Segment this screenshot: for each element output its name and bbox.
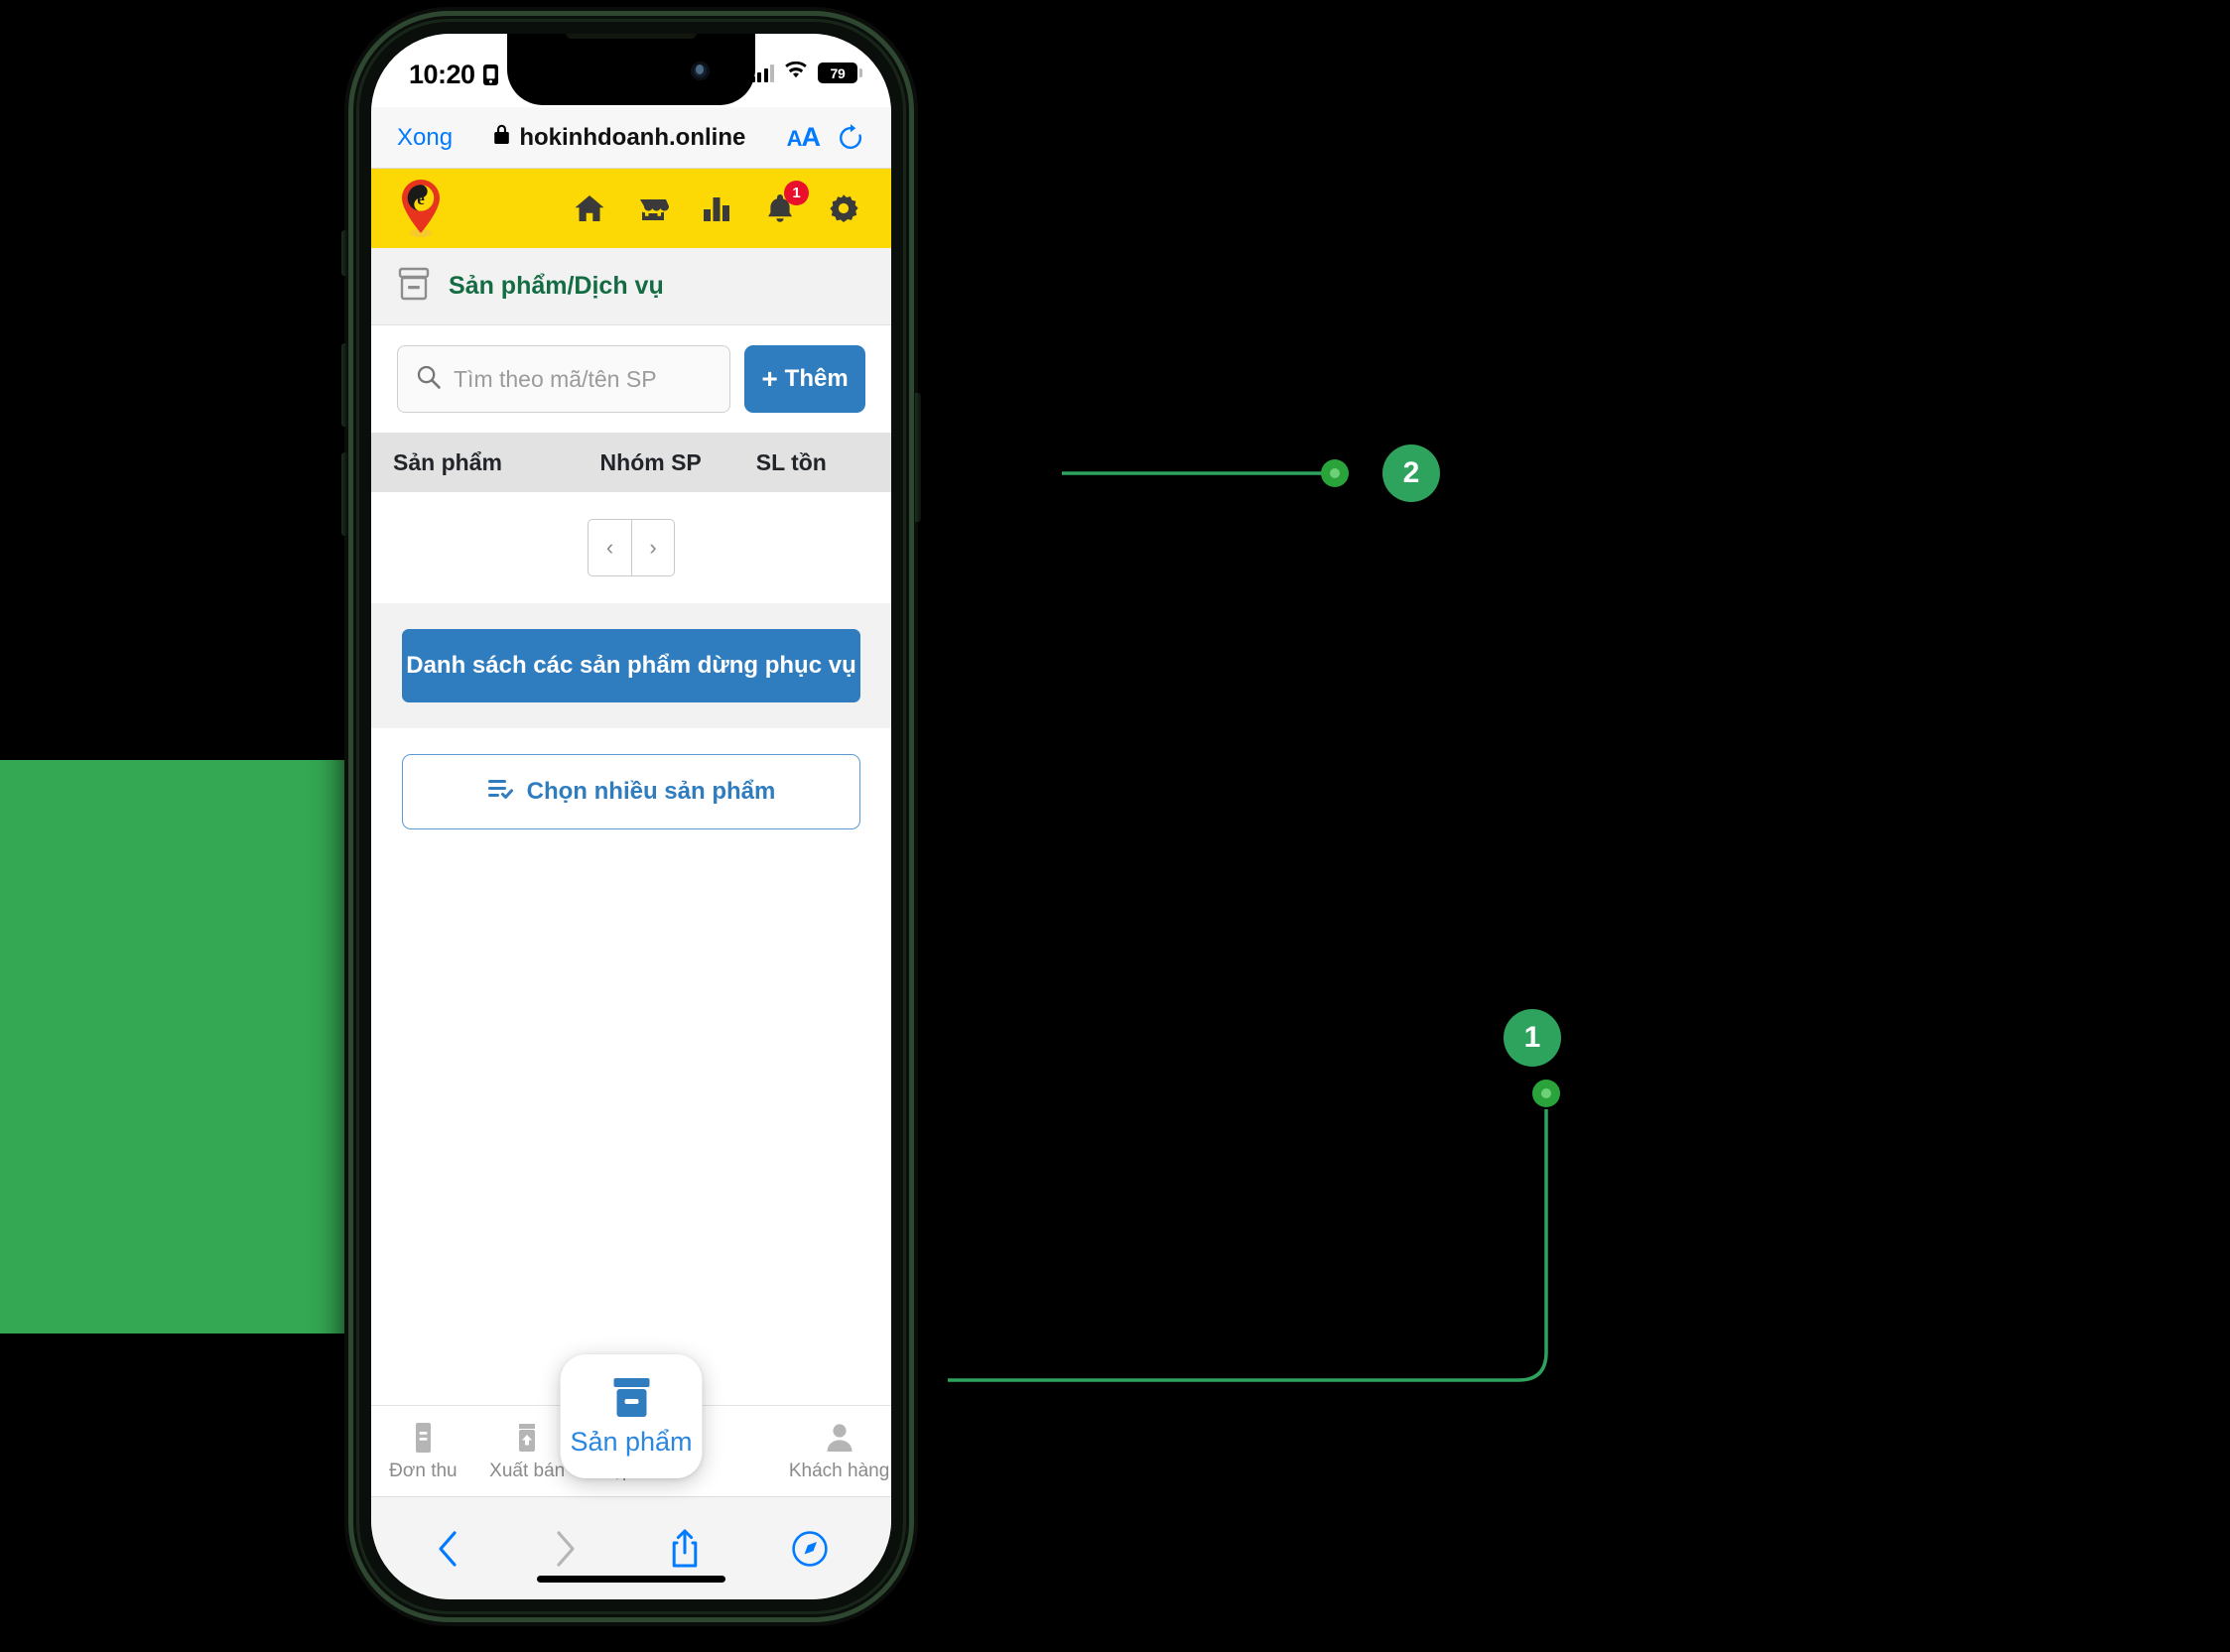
pagination-prev[interactable]: ‹ [589,520,631,575]
app-top-bar: e 1 [371,169,891,248]
store-icon[interactable] [635,191,671,226]
connector-line-1 [948,1109,1548,1382]
power-button[interactable] [915,393,921,522]
connector-endpoint-1 [1532,1080,1560,1107]
pagination-next[interactable]: › [631,520,674,575]
add-product-button[interactable]: + Thêm [744,345,865,413]
app-bottom-tab-bar: Đơn thu Xuất bán Nhập mua [371,1354,891,1496]
battery-indicator: 79 [818,63,862,83]
search-placeholder: Tìm theo mã/tên SP [454,365,657,392]
compass-icon[interactable] [791,1530,829,1568]
stopped-products-button[interactable]: Danh sách các sản phẩm dừng phục vụ [402,629,860,702]
connector-endpoint-2 [1321,459,1349,487]
page-title-bar: Sản phẩm/Dịch vụ [371,248,891,325]
volume-down-button[interactable] [341,452,347,536]
decorative-green-block [0,760,347,1334]
annotation-marker-1[interactable]: 1 [1504,1009,1561,1067]
gear-icon[interactable] [826,191,861,226]
bottom-tab-label: Khách hàng [788,1460,890,1481]
bottom-tab-label: Xuất bán [489,1460,566,1481]
chart-bar-icon[interactable] [699,191,734,226]
aa-small: A [786,126,803,151]
url-field[interactable]: hokinhdoanh.online [453,123,787,152]
padlock-icon [493,123,510,152]
box-arrow-up-icon [510,1421,544,1455]
column-header-group: Nhóm SP [599,448,702,475]
bottom-tab-label: Đơn thu [389,1460,458,1481]
archive-box-icon [397,266,431,307]
done-button[interactable]: Xong [397,124,453,152]
wifi-icon [784,61,808,84]
multi-select-band: Chọn nhiều sản phẩm [371,728,891,855]
aa-large: A [801,122,821,152]
front-camera-icon [691,62,710,80]
map-pin-e-logo[interactable]: e [395,178,447,239]
list-check-icon [487,776,515,809]
bottom-tab-khach-hang[interactable]: Khách hàng [787,1421,891,1482]
bottom-tab-don-thu[interactable]: Đơn thu [371,1421,475,1482]
svg-text:e: e [417,190,425,208]
phone-screen: 10:20 79 Xong hokinhdoanh.online AA e 1 … [371,34,891,1599]
safari-url-bar: Xong hokinhdoanh.online AA [371,107,891,169]
add-product-label: Thêm [784,365,849,392]
stopped-products-band: Danh sách các sản phẩm dừng phục vụ [371,603,891,728]
locked-portrait-icon [482,64,498,85]
column-header-product: Sản phẩm [393,448,502,475]
volume-up-button[interactable] [341,343,347,427]
receipt-icon [406,1421,440,1455]
phone-device-frame: 10:20 79 Xong hokinhdoanh.online AA e 1 … [341,16,921,1617]
status-bar-right: 79 [750,61,862,84]
pagination: ‹ › [588,519,675,576]
app-nav-icons: 1 [572,181,867,226]
chevron-left-icon[interactable] [434,1529,461,1569]
column-header-stock: SL tồn [755,448,827,475]
multi-select-label: Chọn nhiều sản phẩm [526,778,776,805]
share-icon[interactable] [669,1528,701,1570]
products-table-header: Sản phẩm Nhóm SP SL tồn [371,433,891,492]
content-filler [371,855,891,1405]
page-title: Sản phẩm/Dịch vụ [449,272,664,300]
annotation-marker-2[interactable]: 2 [1382,445,1440,502]
search-row: Tìm theo mã/tên SP + Thêm [371,325,891,433]
chevron-right-icon [552,1529,580,1569]
multi-select-products-button[interactable]: Chọn nhiều sản phẩm [402,754,860,829]
notification-badge: 1 [784,181,809,205]
active-tab-highlight-card[interactable]: Sản phẩm [560,1354,703,1478]
earpiece-speaker [566,34,697,39]
safari-bottom-toolbar [371,1496,891,1599]
bell-icon[interactable]: 1 [762,181,809,226]
silent-switch[interactable] [341,230,347,276]
person-icon [823,1421,856,1455]
home-indicator [537,1576,725,1583]
pagination-zone: ‹ › [371,492,891,603]
reload-icon[interactable] [836,123,865,153]
bottom-tab-label: Sản phẩm [570,1427,693,1457]
annotation-number: 2 [1402,456,1420,489]
annotation-number: 1 [1523,1021,1541,1054]
clock-time: 10:20 [409,60,475,89]
home-icon[interactable] [572,191,607,226]
text-size-button[interactable]: AA [786,122,821,153]
status-bar-left: 10:20 [409,60,498,90]
archive-box-icon [607,1375,655,1423]
screenshot-canvas: 10:20 79 Xong hokinhdoanh.online AA e 1 … [0,0,2230,1652]
plus-icon: + [761,362,778,394]
dynamic-island-notch [507,34,755,105]
url-text: hokinhdoanh.online [519,123,746,151]
search-input[interactable]: Tìm theo mã/tên SP [397,345,730,413]
search-icon [416,364,442,395]
